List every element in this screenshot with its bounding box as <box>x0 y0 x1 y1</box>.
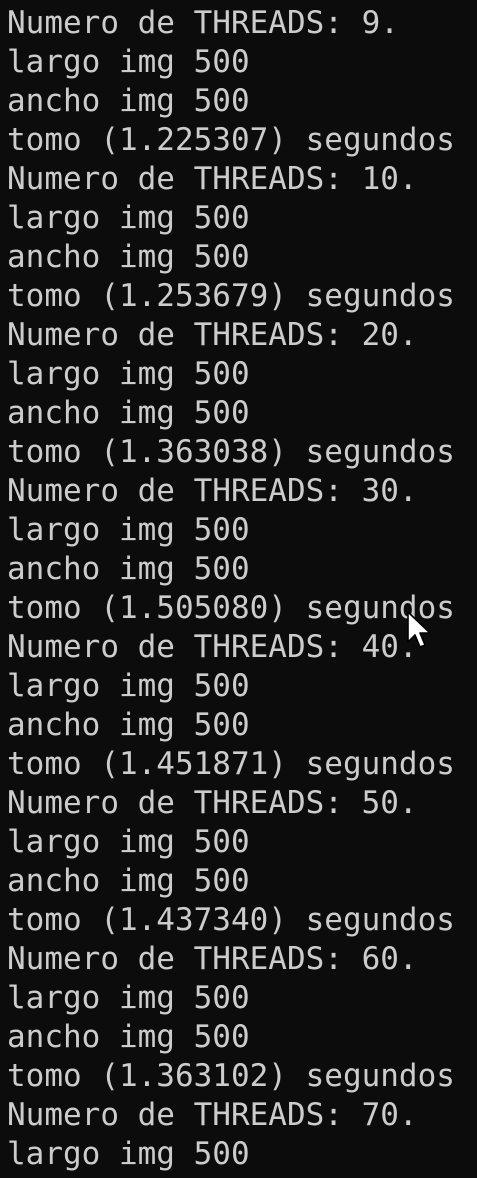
output-line: ancho img 500 <box>7 1019 250 1055</box>
output-line: tomo (1.363038) segundos <box>7 434 455 470</box>
output-line: ancho img 500 <box>7 707 250 743</box>
output-line: tomo (1.437340) segundos <box>7 902 455 938</box>
output-line: tomo (1.505080) segundos <box>7 590 455 626</box>
output-line: Numero de THREADS: 30. <box>7 473 418 509</box>
output-line: Numero de THREADS: 40. <box>7 629 418 665</box>
output-line: Numero de THREADS: 9. <box>7 5 399 41</box>
output-line: Numero de THREADS: 50. <box>7 785 418 821</box>
output-line: largo img 500 <box>7 512 250 548</box>
arrow-pointer-icon <box>407 611 431 648</box>
terminal-window[interactable]: Numero de THREADS: 9. largo img 500 anch… <box>0 0 477 1178</box>
output-line: largo img 500 <box>7 980 250 1016</box>
output-line: Numero de THREADS: 10. <box>7 161 418 197</box>
output-line: largo img 500 <box>7 200 250 236</box>
output-line: ancho img 500 <box>7 551 250 587</box>
output-line: tomo (1.363102) segundos <box>7 1058 455 1094</box>
output-line: ancho img 500 <box>7 395 250 431</box>
output-line: largo img 500 <box>7 668 250 704</box>
output-line: largo img 500 <box>7 1136 250 1172</box>
output-line: tomo (1.253679) segundos <box>7 278 455 314</box>
output-line: Numero de THREADS: 60. <box>7 941 418 977</box>
terminal-output: Numero de THREADS: 9. largo img 500 anch… <box>7 4 455 1174</box>
output-line: largo img 500 <box>7 356 250 392</box>
output-line: Numero de THREADS: 20. <box>7 317 418 353</box>
output-line: ancho img 500 <box>7 863 250 899</box>
output-line: tomo (1.451871) segundos <box>7 746 455 782</box>
output-line: largo img 500 <box>7 824 250 860</box>
output-line: Numero de THREADS: 70. <box>7 1097 418 1133</box>
output-line: largo img 500 <box>7 44 250 80</box>
output-line: tomo (1.225307) segundos <box>7 122 455 158</box>
output-line: ancho img 500 <box>7 239 250 275</box>
output-line: ancho img 500 <box>7 83 250 119</box>
